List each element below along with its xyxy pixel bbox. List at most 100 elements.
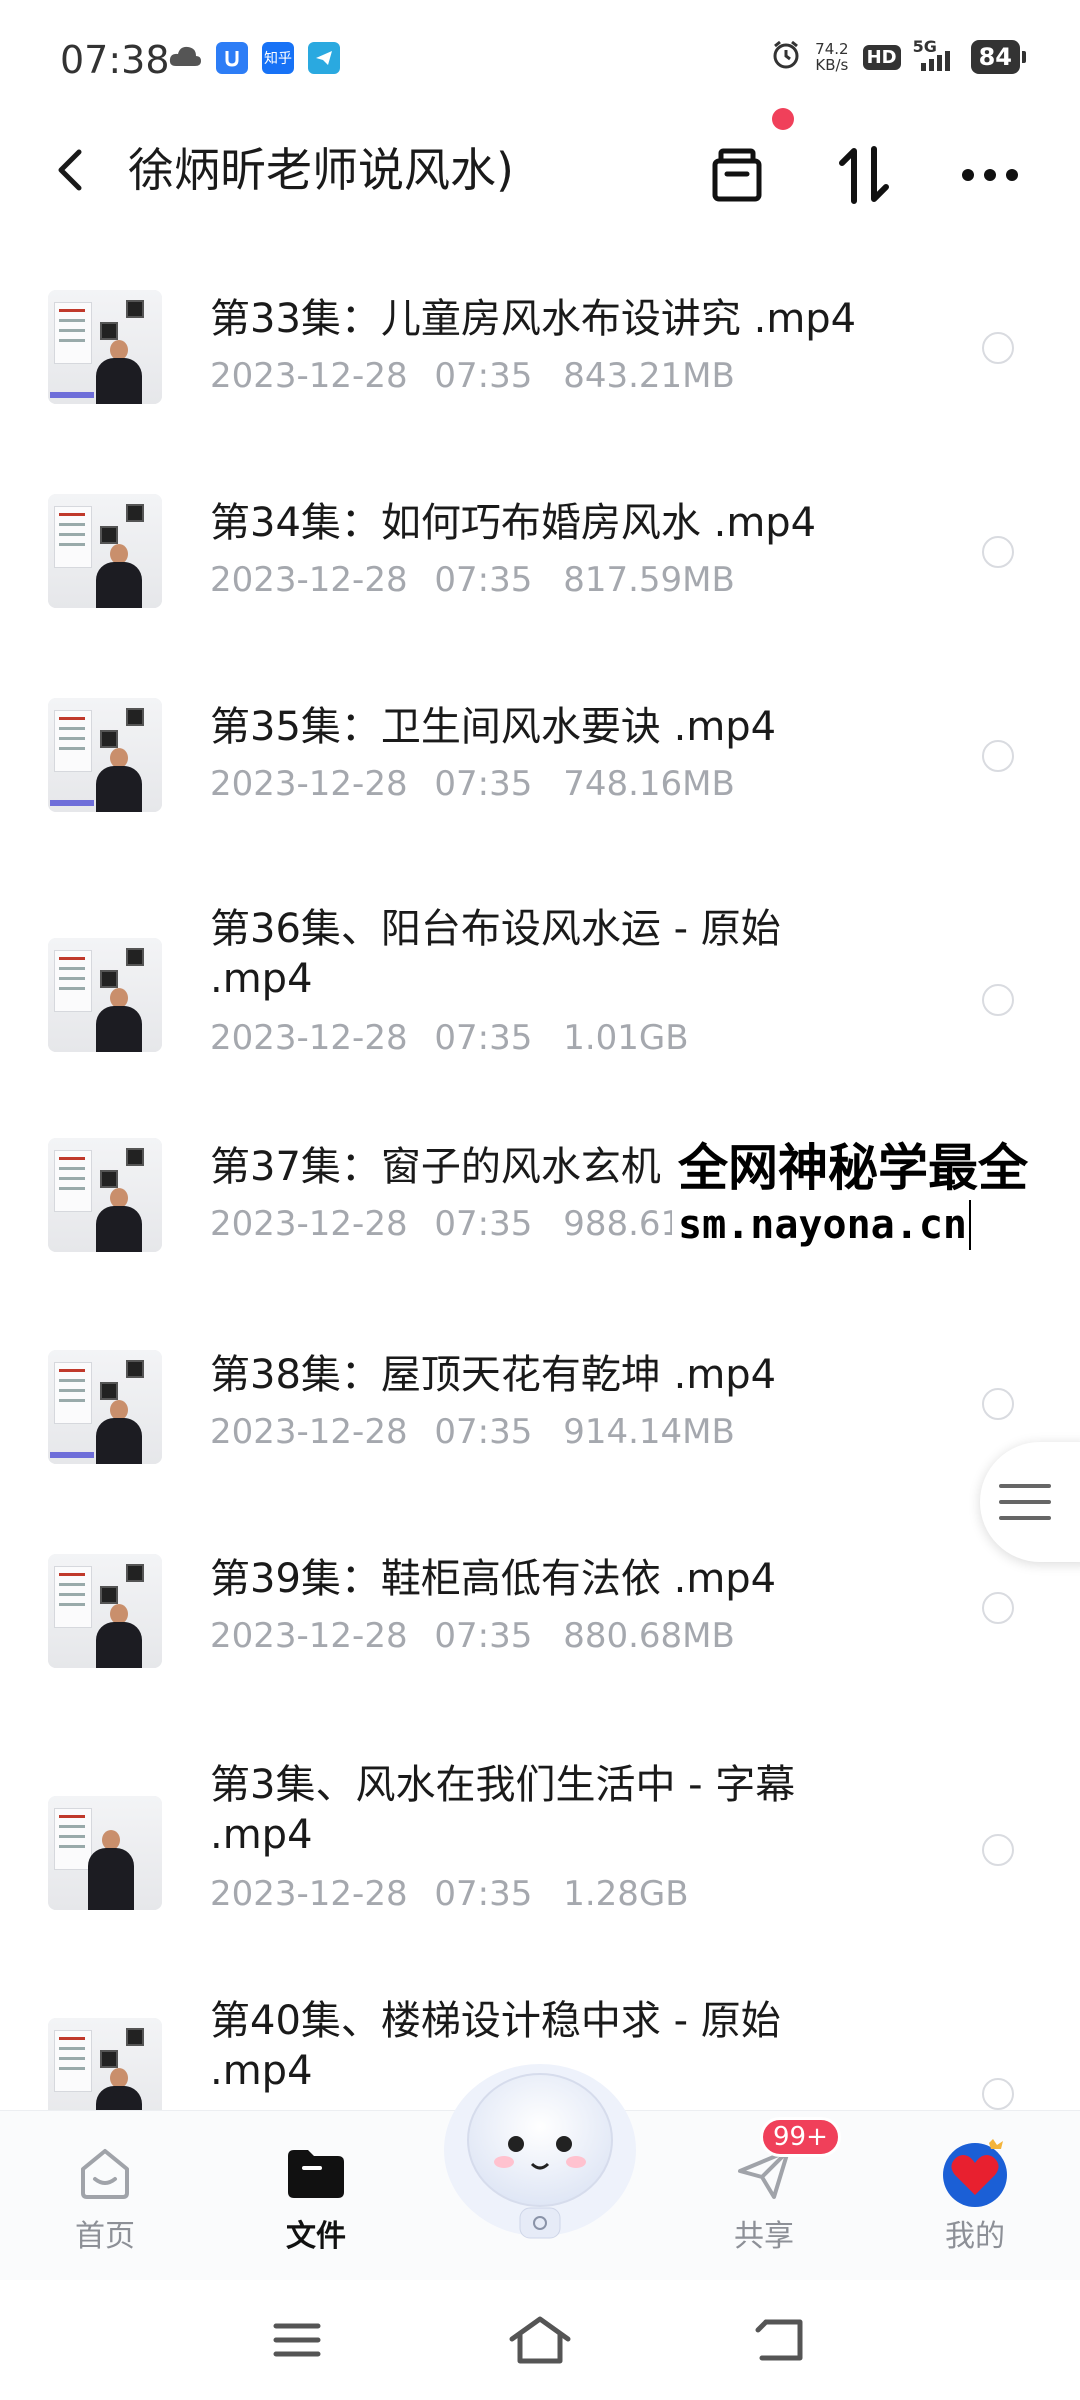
file-meta: 2023-12-28 07:35 914.14MB (210, 1412, 735, 1452)
signal-icon: 5G (913, 37, 957, 71)
file-meta: 2023-12-28 07:35 1.28GB (210, 1874, 689, 1914)
file-name: 第36集、阳台布设风水运 - 原始 .mp4 (210, 906, 781, 1002)
status-bar: 07:38 知乎 74.2 KB/s HD 5G 84 (0, 0, 1080, 120)
file-size: 817.59MB (563, 560, 735, 600)
nav-item-profile[interactable]: 我的 (895, 2111, 1055, 2281)
file-name: 第38集：屋顶天花有乾坤 .mp4 (210, 1352, 777, 1398)
return-icon (755, 2319, 803, 2361)
alarm-icon (771, 40, 801, 74)
video-thumbnail (48, 494, 162, 608)
file-date: 2023-12-28 (210, 356, 408, 396)
home-button[interactable] (505, 2310, 575, 2370)
file-size: 748.16MB (563, 764, 735, 804)
file-size: 880.68MB (563, 1616, 735, 1656)
video-thumbnail (48, 1554, 162, 1668)
file-name: 第34集：如何巧布婚房风水 .mp4 (210, 500, 817, 546)
home-icon (75, 2143, 135, 2203)
back-nav-button[interactable] (745, 2310, 815, 2370)
more-icon (962, 169, 1018, 181)
file-date: 2023-12-28 (210, 1204, 408, 1244)
page-title: 徐炳昕老师说风水) (128, 143, 514, 197)
hd-badge: HD (862, 44, 901, 70)
status-time: 07:38 (60, 38, 170, 82)
video-thumbnail (48, 698, 162, 812)
nav-item-files[interactable]: 文件 (236, 2111, 396, 2281)
archive-button[interactable] (702, 140, 772, 210)
net-speed-value: 74.2 (815, 40, 849, 58)
file-size: 914.14MB (563, 1412, 735, 1452)
file-row[interactable]: 第34集：如何巧布婚房风水 .mp4 2023-12-28 07:35 817.… (0, 454, 1080, 654)
select-checkbox[interactable] (982, 1834, 1014, 1866)
sort-icon (839, 146, 889, 204)
file-size: 1.01GB (563, 1018, 689, 1058)
file-date: 2023-12-28 (210, 1874, 408, 1914)
file-date: 2023-12-28 (210, 560, 408, 600)
recents-button[interactable] (262, 2310, 332, 2370)
watermark-url: sm.nayona.cn (678, 1200, 971, 1250)
notification-dot (772, 108, 794, 130)
mascot-button[interactable] (430, 2040, 650, 2260)
sort-button[interactable] (829, 140, 899, 210)
file-row[interactable]: 第38集：屋顶天花有乾坤 .mp4 2023-12-28 07:35 914.1… (0, 1322, 1080, 1522)
video-thumbnail (48, 1350, 162, 1464)
file-time: 07:35 (434, 1412, 533, 1452)
system-nav-bar (0, 2280, 1080, 2400)
select-checkbox[interactable] (982, 2078, 1014, 2110)
file-time: 07:35 (434, 560, 533, 600)
nav-label: 我的 (945, 2219, 1005, 2254)
home-outline-icon (509, 2316, 571, 2364)
file-meta: 2023-12-28 07:35 988.61 (210, 1204, 682, 1244)
file-date: 2023-12-28 (210, 764, 408, 804)
select-checkbox[interactable] (982, 1592, 1014, 1624)
file-date: 2023-12-28 (210, 1616, 408, 1656)
file-row[interactable]: 第36集、阳台布设风水运 - 原始 .mp4 2023-12-28 07:35 … (0, 862, 1080, 1114)
nav-item-home[interactable]: 首页 (25, 2111, 185, 2281)
notification-badge: 99+ (760, 2117, 841, 2157)
file-date: 2023-12-28 (210, 1412, 408, 1452)
file-time: 07:35 (434, 356, 533, 396)
file-meta: 2023-12-28 07:35 843.21MB (210, 356, 735, 396)
hamburger-icon (999, 1484, 1051, 1520)
network-type: 5G (912, 37, 937, 56)
battery-indicator: 84 (970, 40, 1027, 74)
file-time: 07:35 (434, 764, 533, 804)
nav-item-share[interactable]: 99+ 共享 (684, 2111, 844, 2281)
back-button[interactable] (40, 140, 100, 200)
menu-icon (273, 2323, 321, 2357)
heart-avatar-icon (939, 2137, 1011, 2209)
file-meta: 2023-12-28 07:35 880.68MB (210, 1616, 735, 1656)
more-button[interactable] (955, 140, 1025, 210)
video-thumbnail (48, 2018, 162, 2110)
file-size: 843.21MB (563, 356, 735, 396)
file-time: 07:35 (434, 1204, 533, 1244)
header: 徐炳昕老师说风水) (0, 120, 1080, 220)
cloud-icon (168, 44, 202, 72)
nav-label: 文件 (286, 2219, 346, 2254)
status-right: 74.2 KB/s HD 5G 84 (771, 37, 1027, 74)
file-name: 第35集：卫生间风水要诀 .mp4 (210, 704, 777, 750)
telegram-icon (308, 42, 340, 74)
folder-icon (286, 2143, 346, 2203)
select-checkbox[interactable] (982, 740, 1014, 772)
video-thumbnail (48, 938, 162, 1052)
select-checkbox[interactable] (982, 536, 1014, 568)
file-size: 1.28GB (563, 1874, 689, 1914)
back-arrow-icon (58, 149, 82, 191)
u-app-icon (216, 42, 248, 74)
file-meta: 2023-12-28 07:35 1.01GB (210, 1018, 689, 1058)
file-time: 07:35 (434, 1616, 533, 1656)
select-checkbox[interactable] (982, 332, 1014, 364)
file-row[interactable]: 第3集、风水在我们生活中 - 字幕 .mp4 2023-12-28 07:35 … (0, 1730, 1080, 1982)
file-row[interactable]: 第39集：鞋柜高低有法依 .mp4 2023-12-28 07:35 880.6… (0, 1526, 1080, 1726)
video-thumbnail (48, 1138, 162, 1252)
select-checkbox[interactable] (982, 1388, 1014, 1420)
video-thumbnail (48, 1796, 162, 1910)
nav-label: 共享 (734, 2219, 794, 2254)
file-time: 07:35 (434, 1874, 533, 1914)
file-row[interactable]: 第33集：儿童房风水布设讲究 .mp4 2023-12-28 07:35 843… (0, 250, 1080, 450)
file-time: 07:35 (434, 1018, 533, 1058)
file-name: 第33集：儿童房风水布设讲究 .mp4 (210, 296, 857, 342)
file-date: 2023-12-28 (210, 1018, 408, 1058)
file-row[interactable]: 第35集：卫生间风水要诀 .mp4 2023-12-28 07:35 748.1… (0, 658, 1080, 858)
select-checkbox[interactable] (982, 984, 1014, 1016)
